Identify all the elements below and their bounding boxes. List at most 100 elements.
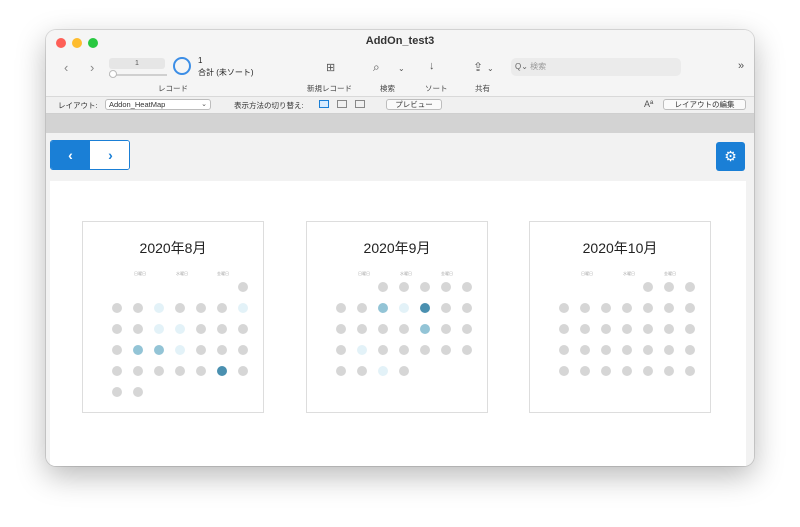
day-cell[interactable] [154, 303, 164, 313]
day-cell[interactable] [238, 324, 248, 334]
day-cell[interactable] [622, 366, 632, 376]
day-cell[interactable] [622, 324, 632, 334]
day-cell[interactable] [643, 324, 653, 334]
list-view-icon[interactable] [337, 100, 347, 108]
day-cell[interactable] [196, 303, 206, 313]
record-slider-knob[interactable] [109, 70, 117, 78]
previous-record-icon[interactable]: ‹ [64, 60, 68, 75]
day-cell[interactable] [238, 282, 248, 292]
day-cell[interactable] [357, 303, 367, 313]
day-cell[interactable] [154, 345, 164, 355]
day-cell[interactable] [336, 303, 346, 313]
day-cell[interactable] [238, 366, 248, 376]
day-cell[interactable] [378, 303, 388, 313]
day-cell[interactable] [580, 345, 590, 355]
quick-find-input[interactable]: Q⌄ 検索 [511, 58, 681, 76]
day-cell[interactable] [685, 345, 695, 355]
day-cell[interactable] [462, 324, 472, 334]
day-cell[interactable] [622, 345, 632, 355]
day-cell[interactable] [664, 366, 674, 376]
day-cell[interactable] [112, 366, 122, 376]
day-cell[interactable] [601, 303, 611, 313]
day-cell[interactable] [441, 345, 451, 355]
day-cell[interactable] [441, 282, 451, 292]
magnifier-icon[interactable]: ⌕ [373, 60, 380, 75]
next-month-button[interactable]: › [91, 141, 129, 169]
day-cell[interactable] [217, 324, 227, 334]
day-cell[interactable] [175, 345, 185, 355]
day-cell[interactable] [399, 303, 409, 313]
settings-button[interactable]: ⚙ [716, 142, 745, 171]
record-slider[interactable] [109, 74, 167, 76]
day-cell[interactable] [175, 324, 185, 334]
day-cell[interactable] [664, 345, 674, 355]
day-cell[interactable] [217, 345, 227, 355]
day-cell[interactable] [643, 366, 653, 376]
new-record-button[interactable]: 新規レコード [307, 83, 352, 94]
form-view-icon[interactable] [319, 100, 329, 108]
sort-button[interactable]: ソート [425, 83, 448, 94]
day-cell[interactable] [133, 324, 143, 334]
day-cell[interactable] [559, 324, 569, 334]
day-cell[interactable] [420, 303, 430, 313]
day-cell[interactable] [462, 345, 472, 355]
day-cell[interactable] [643, 345, 653, 355]
day-cell[interactable] [154, 324, 164, 334]
day-cell[interactable] [559, 345, 569, 355]
day-cell[interactable] [601, 345, 611, 355]
day-cell[interactable] [601, 324, 611, 334]
day-cell[interactable] [664, 303, 674, 313]
table-view-icon[interactable] [355, 100, 365, 108]
day-cell[interactable] [664, 324, 674, 334]
day-cell[interactable] [399, 345, 409, 355]
day-cell[interactable] [441, 303, 451, 313]
day-cell[interactable] [378, 324, 388, 334]
day-cell[interactable] [196, 345, 206, 355]
day-cell[interactable] [685, 324, 695, 334]
share-icon[interactable]: ⇪ [473, 60, 483, 74]
more-icon[interactable]: » [738, 60, 744, 72]
day-cell[interactable] [378, 366, 388, 376]
day-cell[interactable] [112, 324, 122, 334]
day-cell[interactable] [175, 303, 185, 313]
day-cell[interactable] [336, 345, 346, 355]
day-cell[interactable] [462, 282, 472, 292]
day-cell[interactable] [420, 282, 430, 292]
preview-button[interactable]: プレビュー [386, 99, 442, 110]
previous-month-button[interactable]: ‹ [51, 141, 90, 169]
day-cell[interactable] [378, 282, 388, 292]
day-cell[interactable] [420, 324, 430, 334]
day-cell[interactable] [378, 345, 388, 355]
day-cell[interactable] [559, 366, 569, 376]
day-cell[interactable] [357, 345, 367, 355]
day-cell[interactable] [685, 303, 695, 313]
day-cell[interactable] [133, 387, 143, 397]
share-button[interactable]: 共有 [475, 83, 490, 94]
day-cell[interactable] [336, 324, 346, 334]
day-cell[interactable] [217, 366, 227, 376]
day-cell[interactable] [133, 303, 143, 313]
day-cell[interactable] [685, 366, 695, 376]
find-button[interactable]: 検索 [380, 83, 395, 94]
day-cell[interactable] [559, 303, 569, 313]
day-cell[interactable] [643, 303, 653, 313]
next-record-icon[interactable]: › [90, 60, 94, 75]
day-cell[interactable] [580, 324, 590, 334]
day-cell[interactable] [133, 345, 143, 355]
day-cell[interactable] [399, 282, 409, 292]
search-options-chevron-icon[interactable]: ⌄ [398, 64, 405, 73]
day-cell[interactable] [420, 345, 430, 355]
text-format-icon[interactable]: Aª [644, 99, 653, 109]
day-cell[interactable] [685, 282, 695, 292]
sort-icon[interactable]: ↓ [429, 60, 435, 72]
day-cell[interactable] [399, 366, 409, 376]
day-cell[interactable] [622, 303, 632, 313]
day-cell[interactable] [112, 387, 122, 397]
day-cell[interactable] [664, 282, 674, 292]
record-number-field[interactable]: 1 [109, 58, 165, 69]
day-cell[interactable] [580, 366, 590, 376]
day-cell[interactable] [336, 366, 346, 376]
layout-select[interactable]: Addon_HeatMap ⌄ [105, 99, 211, 110]
day-cell[interactable] [133, 366, 143, 376]
day-cell[interactable] [196, 366, 206, 376]
